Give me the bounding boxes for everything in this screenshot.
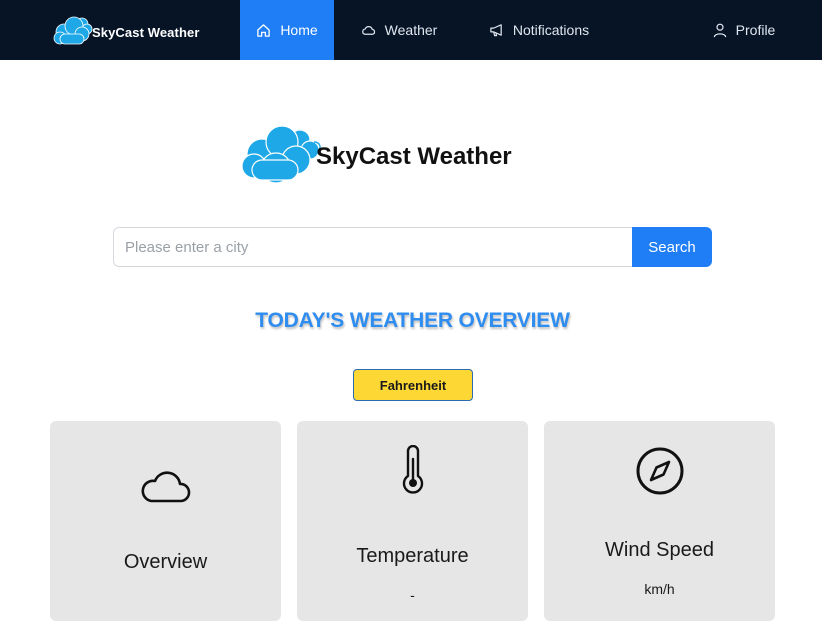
nav-menu: Home Weather Notifications Profile [240, 0, 822, 60]
cloud-icon [361, 24, 376, 36]
cloud-icon [141, 471, 190, 503]
cloud-logo-icon [241, 125, 321, 184]
unit-toggle-button[interactable]: Fahrenheit [353, 369, 473, 401]
search-button[interactable]: Search [632, 227, 712, 267]
card-title: Overview [123, 551, 208, 573]
nav-item-weather[interactable]: Weather [334, 0, 464, 60]
brand-link[interactable]: SkyCast Weather [0, 0, 240, 60]
brand-name: SkyCast Weather [92, 24, 200, 40]
card-title: Wind Speed [605, 539, 714, 561]
cloud-logo-icon [53, 16, 93, 45]
user-icon [713, 23, 727, 38]
temperature-card: Temperature - [297, 421, 528, 621]
nav-item-label: Home [280, 22, 318, 38]
card-value: km/h [644, 581, 675, 597]
card-title: Temperature [356, 545, 469, 567]
overview-card: Overview [50, 421, 281, 621]
hero-logo: SkyCast Weather [238, 120, 512, 186]
compass-icon [636, 447, 683, 495]
megaphone-icon [489, 23, 504, 37]
hero-title: SkyCast Weather [316, 143, 512, 170]
home-icon [256, 23, 271, 38]
top-navbar: SkyCast Weather Home Weather Notificatio… [0, 0, 822, 60]
thermometer-icon [402, 445, 423, 494]
search-bar: Search [113, 227, 712, 267]
nav-item-home[interactable]: Home [240, 0, 334, 60]
nav-item-notifications[interactable]: Notifications [464, 0, 614, 60]
city-search-input[interactable] [113, 227, 632, 267]
nav-item-profile[interactable]: Profile [696, 0, 792, 60]
nav-item-label: Weather [384, 22, 438, 38]
card-value: - [410, 587, 415, 603]
nav-item-label: Profile [735, 22, 776, 38]
nav-item-label: Notifications [512, 22, 590, 38]
wind-speed-card: Wind Speed km/h [544, 421, 775, 621]
section-heading: TODAY'S WEATHER OVERVIEW [255, 309, 570, 332]
